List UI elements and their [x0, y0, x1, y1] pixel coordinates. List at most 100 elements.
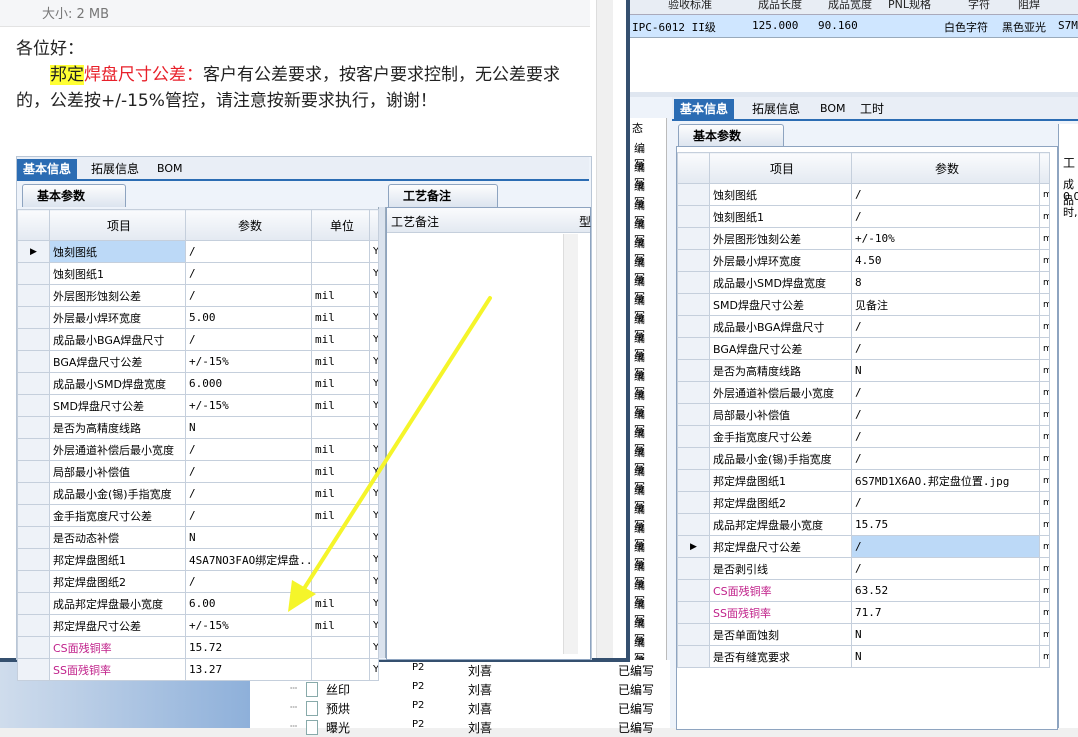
row-indicator[interactable] [17, 416, 50, 439]
row-indicator[interactable] [677, 271, 710, 294]
emb-cell-item[interactable]: 蚀刻图纸 [49, 240, 186, 263]
row-indicator[interactable] [677, 601, 710, 624]
row-indicator[interactable] [677, 513, 710, 536]
right-table-row[interactable]: 邦定焊盘图纸2/m [677, 491, 1050, 514]
row-indicator[interactable] [17, 328, 50, 351]
emb-cell-item[interactable]: 成品最小BGA焊盘尺寸 [49, 328, 186, 351]
right-cell-item[interactable]: SMD焊盘尺寸公差 [709, 293, 852, 316]
tree-row[interactable]: ┄ 预烘 P2 刘喜 已编写 [250, 700, 670, 718]
emb-cell-param[interactable]: 13.27 [185, 658, 312, 681]
emb-cell-item[interactable]: 是否为高精度线路 [49, 416, 186, 439]
right-table-row[interactable]: 外层通道补偿后最小宽度/m [677, 381, 1050, 404]
row-indicator[interactable] [17, 394, 50, 417]
row-indicator[interactable] [677, 579, 710, 602]
col-header-item[interactable]: 项目 [709, 152, 852, 184]
emb-cell-param[interactable]: 15.72 [185, 636, 312, 659]
emb-cell-param[interactable]: / [185, 240, 312, 263]
emb-cell-item[interactable]: 外层图形蚀刻公差 [49, 284, 186, 307]
right-cell-param[interactable]: / [851, 557, 1040, 580]
right-cell-param[interactable]: 见备注 [851, 293, 1040, 316]
row-indicator[interactable] [17, 504, 50, 527]
right-cell-item[interactable]: 是否单面蚀刻 [709, 623, 852, 646]
row-indicator[interactable] [677, 403, 710, 426]
tree-row[interactable]: ┄ 曝光 P2 刘喜 已编写 [250, 719, 670, 737]
emb-col-header-param[interactable]: 参数 [185, 209, 312, 241]
row-indicator[interactable] [677, 227, 710, 250]
right-cell-item[interactable]: 外层图形蚀刻公差 [709, 227, 852, 250]
row-indicator[interactable] [677, 381, 710, 404]
right-cell-param[interactable]: / [851, 403, 1040, 426]
row-indicator[interactable] [677, 447, 710, 470]
right-table-row[interactable]: 是否为高精度线路Nm [677, 359, 1050, 382]
row-indicator[interactable] [677, 249, 710, 272]
right-table-row[interactable]: CS面残铜率63.52m [677, 579, 1050, 602]
emb-col-header-item[interactable]: 项目 [49, 209, 186, 241]
right-cell-param[interactable]: / [851, 535, 1040, 558]
right-cell-item[interactable]: 是否为高精度线路 [709, 359, 852, 382]
right-table-row[interactable]: 蚀刻图纸1/m [677, 205, 1050, 228]
emb-cell-item[interactable]: 邦定焊盘尺寸公差 [49, 614, 186, 637]
right-cell-param[interactable]: N [851, 623, 1040, 646]
right-cell-item[interactable]: 金手指宽度尺寸公差 [709, 425, 852, 448]
right-table-row[interactable]: 邦定焊盘图纸16S7MD1X6AO.邦定盘位置.jpgm [677, 469, 1050, 492]
row-indicator[interactable] [677, 337, 710, 360]
right-cell-item[interactable]: 成品最小金(锡)手指宽度 [709, 447, 852, 470]
row-indicator[interactable] [17, 592, 50, 615]
row-indicator[interactable]: ▶ [677, 535, 710, 558]
row-indicator[interactable] [17, 614, 50, 637]
row-indicator[interactable] [677, 623, 710, 646]
col-header-param[interactable]: 参数 [851, 152, 1040, 184]
right-cell-param[interactable]: 15.75 [851, 513, 1040, 536]
row-indicator[interactable] [17, 350, 50, 373]
emb-cell-item[interactable]: SMD焊盘尺寸公差 [49, 394, 186, 417]
right-cell-param[interactable]: / [851, 315, 1040, 338]
right-table-row[interactable]: 是否有缝宽要求Nm [677, 645, 1050, 668]
row-indicator[interactable] [17, 636, 50, 659]
row-indicator[interactable] [677, 293, 710, 316]
emb-cell-unit[interactable] [311, 240, 370, 263]
row-indicator[interactable] [677, 359, 710, 382]
emb-cell-item[interactable]: CS面残铜率 [49, 636, 186, 659]
emb-cell-item[interactable]: 成品最小金(锡)手指宽度 [49, 482, 186, 505]
top-grid-row[interactable]: IPC-6012 II级 125.000 90.160 白色字符 黑色亚光 S7… [628, 15, 1078, 38]
emb-cell-item[interactable]: 成品邦定焊盘最小宽度 [49, 592, 186, 615]
right-cell-item[interactable]: 是否剥引线 [709, 557, 852, 580]
right-table-row[interactable]: ▶邦定焊盘尺寸公差/m [677, 535, 1050, 558]
right-table-row[interactable]: 蚀刻图纸/m [677, 183, 1050, 206]
tab-work-hours[interactable]: 工时 [854, 99, 890, 119]
right-table-row[interactable]: 局部最小补偿值/m [677, 403, 1050, 426]
row-indicator[interactable] [17, 460, 50, 483]
right-cell-param[interactable]: N [851, 359, 1040, 382]
right-table-row[interactable]: 金手指宽度尺寸公差/m [677, 425, 1050, 448]
right-cell-param[interactable]: / [851, 183, 1040, 206]
right-cell-item[interactable]: BGA焊盘尺寸公差 [709, 337, 852, 360]
emb-tab-basic-info[interactable]: 基本信息 [17, 159, 78, 179]
right-table-row[interactable]: 是否单面蚀刻Nm [677, 623, 1050, 646]
right-cell-param[interactable]: 6S7MD1X6AO.邦定盘位置.jpg [851, 469, 1040, 492]
right-cell-param[interactable]: 63.52 [851, 579, 1040, 602]
emb-subtab-process-notes[interactable]: 工艺备注 [388, 184, 498, 207]
right-table-row[interactable]: 成品最小SMD焊盘宽度8m [677, 271, 1050, 294]
row-indicator[interactable] [677, 205, 710, 228]
emb-cell-unit[interactable] [311, 658, 370, 681]
emb-cell-unit[interactable] [311, 636, 370, 659]
row-indicator[interactable] [677, 183, 710, 206]
right-cell-param[interactable]: 8 [851, 271, 1040, 294]
right-cell-param[interactable]: / [851, 381, 1040, 404]
emb-cell-param[interactable]: / [185, 262, 312, 285]
right-cell-item[interactable]: 邦定焊盘图纸1 [709, 469, 852, 492]
row-indicator[interactable] [17, 526, 50, 549]
right-cell-item[interactable]: 邦定焊盘图纸2 [709, 491, 852, 514]
right-table-row[interactable]: 成品邦定焊盘最小宽度15.75m [677, 513, 1050, 536]
emb-cell-item[interactable]: 外层最小焊环宽度 [49, 306, 186, 329]
emb-table-row[interactable]: CS面残铜率 15.72 Y [17, 636, 379, 659]
right-cell-param[interactable]: 4.50 [851, 249, 1040, 272]
row-indicator[interactable] [677, 491, 710, 514]
right-cell-param[interactable]: / [851, 205, 1040, 228]
emb-col-header-unit[interactable]: 单位 [311, 209, 370, 241]
emb-table-row[interactable]: 蚀刻图纸1/ Y [17, 262, 379, 285]
emb-subtab-basic-params[interactable]: 基本参数 [22, 184, 126, 207]
right-cell-item[interactable]: 局部最小补偿值 [709, 403, 852, 426]
row-indicator[interactable] [17, 548, 50, 571]
row-indicator[interactable] [677, 469, 710, 492]
